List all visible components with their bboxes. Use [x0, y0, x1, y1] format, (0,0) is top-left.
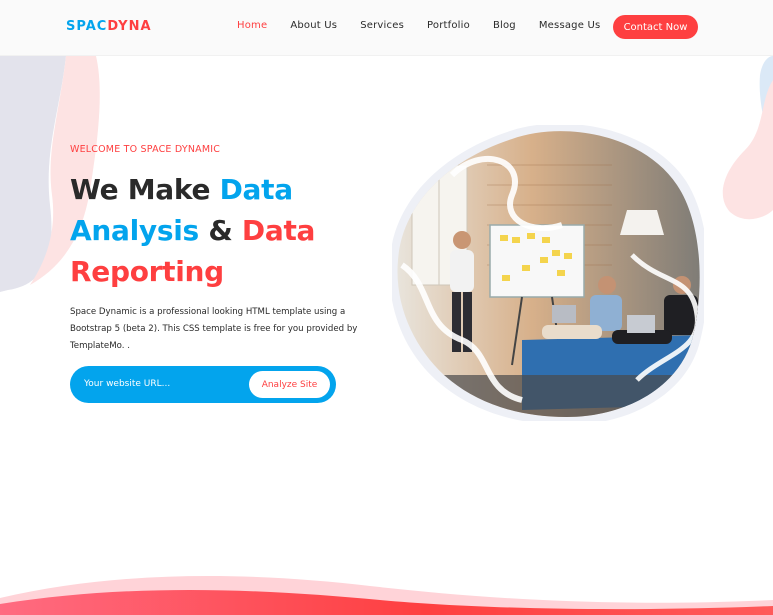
right-blue-blob: [759, 56, 773, 150]
site-header: SPACDYNA Home About Us Services Portfoli…: [0, 0, 773, 56]
nav-item-home[interactable]: Home: [237, 20, 267, 31]
title-reporting: Reporting: [70, 255, 224, 288]
title-we-make: We Make: [70, 173, 220, 206]
team-meeting-photo: [392, 125, 704, 421]
site-logo[interactable]: SPACDYNA: [66, 19, 152, 34]
welcome-text: WELCOME TO SPACE DYNAMIC: [70, 144, 221, 155]
website-url-input[interactable]: [84, 376, 244, 392]
hero-title: We Make Data Analysis & Data Reporting: [70, 169, 370, 292]
title-data-1: Data: [219, 173, 294, 206]
left-gray-blob: [0, 56, 66, 292]
bottom-wave: [0, 589, 773, 615]
main-nav: Home About Us Services Portfolio Blog Me…: [237, 20, 623, 31]
nav-item-portfolio[interactable]: Portfolio: [427, 20, 470, 31]
right-pink-blob: [722, 80, 773, 220]
analyze-site-button[interactable]: Analyze Site: [249, 371, 330, 398]
title-ampersand: &: [198, 214, 242, 247]
lamp: [620, 210, 664, 235]
nav-item-blog[interactable]: Blog: [493, 20, 516, 31]
bottom-wave-light: [0, 576, 773, 615]
nav-item-services[interactable]: Services: [360, 20, 404, 31]
website-search-form: Analyze Site: [70, 366, 336, 403]
hero-section: WELCOME TO SPACE DYNAMIC We Make Data An…: [70, 144, 370, 355]
logo-part-red: DYNA: [107, 19, 152, 34]
logo-part-blue: SPAC: [66, 19, 108, 34]
nav-item-about-us[interactable]: About Us: [290, 20, 337, 31]
nav-item-message-us[interactable]: Message Us: [539, 20, 601, 31]
hero-description: Space Dynamic is a professional looking …: [70, 307, 358, 351]
title-analysis: Analysis: [70, 214, 199, 247]
title-data-2: Data: [241, 214, 316, 247]
contact-now-button[interactable]: Contact Now: [613, 15, 698, 39]
